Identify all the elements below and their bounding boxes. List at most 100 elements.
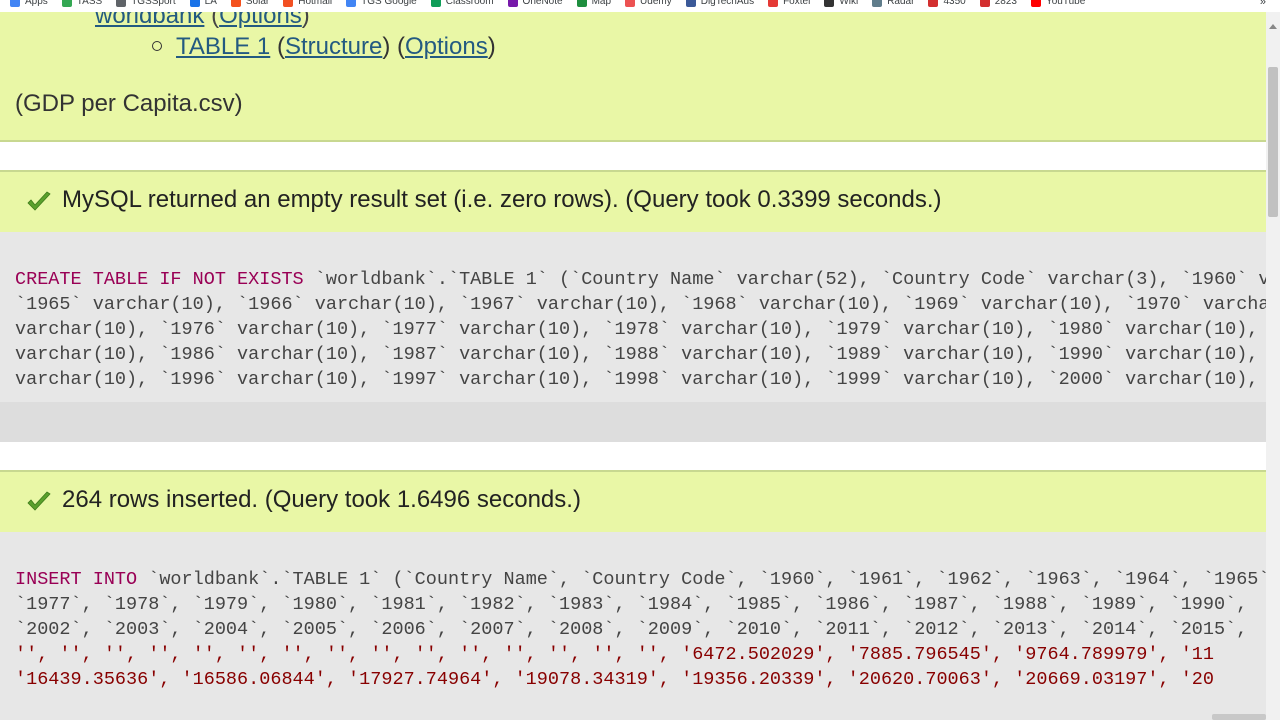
bookmark-favicon-icon xyxy=(928,0,939,7)
bookmark-item[interactable]: YouTube xyxy=(1030,0,1086,7)
paren-close: ) xyxy=(487,33,496,60)
bookmarks-list: Apps TASS TGSSport LA Solar Hotmail TGS Google… xyxy=(10,0,1099,7)
bookmark-item[interactable]: DigTechAus xyxy=(685,0,755,7)
sql-line: `1977`, `1978`, `1979`, `1980`, `1981`, … xyxy=(15,594,1248,615)
query-toolbar-band xyxy=(0,402,1266,442)
bookmark-label: 2823 xyxy=(994,0,1017,7)
sql-line: varchar(10), `1996` varchar(10), `1997` … xyxy=(15,369,1259,390)
list-bullet-icon xyxy=(152,41,162,51)
bookmark-label: DigTechAus xyxy=(700,0,755,7)
sql-line: `1965` varchar(10), `1966` varchar(10), … xyxy=(15,294,1266,315)
bookmark-label: Foxtel xyxy=(783,0,811,7)
bookmarks-bar: Apps TASS TGSSport LA Solar Hotmail TGS Google… xyxy=(0,0,1280,12)
check-icon xyxy=(27,491,51,511)
bookmark-item[interactable]: Foxtel xyxy=(768,0,810,7)
bookmark-favicon-icon xyxy=(10,0,20,7)
sql-text: `worldbank`.`TABLE 1` (`Country Name`, `… xyxy=(137,569,1266,590)
bookmark-favicon-icon xyxy=(1030,0,1041,7)
bookmark-label: TASS xyxy=(76,0,103,7)
sql-text: `worldbank`.`TABLE 1` (`Country Name` va… xyxy=(314,269,1266,290)
import-summary-panel: worldbank (Options) TABLE 1 (Structure) … xyxy=(0,12,1266,142)
success-message-insert: 264 rows inserted. (Query took 1.6496 se… xyxy=(0,470,1266,533)
sql-line: varchar(10), `1986` varchar(10), `1987` … xyxy=(15,344,1259,365)
sql-line: INSERT INTO `worldbank`.`TABLE 1` (`Coun… xyxy=(15,569,1266,590)
bookmark-label: TGS Google xyxy=(361,0,417,7)
bookmark-item[interactable]: Hotmail xyxy=(283,0,332,7)
success-message-create: MySQL returned an empty result set (i.e.… xyxy=(0,170,1266,233)
sql-line: '', '', '', '', '', '', '', '', '', '', … xyxy=(15,644,1214,665)
bookmark-favicon-icon xyxy=(61,0,72,7)
bookmark-favicon-icon xyxy=(116,0,127,7)
database-link[interactable]: worldbank xyxy=(95,12,204,29)
bookmark-label: Solar xyxy=(245,0,270,7)
sql-query-insert: INSERT INTO `worldbank`.`TABLE 1` (`Coun… xyxy=(0,532,1266,720)
bookmark-label: LA xyxy=(204,0,217,7)
bookmark-label: TGSSport xyxy=(131,0,176,7)
bookmark-label: YouTube xyxy=(1045,0,1086,7)
table-link[interactable]: TABLE 1 xyxy=(176,33,270,60)
bookmark-label: Apps xyxy=(25,0,48,7)
bookmark-label: Udemy xyxy=(640,0,672,7)
bookmark-item[interactable]: Classroom xyxy=(430,0,494,7)
bookmark-label: Radar xyxy=(887,0,915,7)
bookmark-favicon-icon xyxy=(625,0,636,7)
sql-keyword: INSERT INTO xyxy=(15,569,138,590)
paren-open: ( xyxy=(396,33,405,60)
paren-open: ( xyxy=(211,12,220,29)
bookmark-favicon-icon xyxy=(685,0,696,7)
create-message-text: MySQL returned an empty result set (i.e.… xyxy=(62,186,942,213)
scroll-up-arrow-icon[interactable] xyxy=(1269,24,1277,29)
structure-link[interactable]: Structure xyxy=(285,33,382,60)
table-options-link[interactable]: Options xyxy=(405,33,488,60)
bookmark-item[interactable]: LA xyxy=(189,0,217,7)
bookmark-favicon-icon xyxy=(576,0,587,7)
sql-line: `2002`, `2003`, `2004`, `2005`, `2006`, … xyxy=(15,619,1248,640)
bookmarks-overflow-button[interactable]: » xyxy=(1260,0,1266,8)
bookmark-item[interactable]: Solar xyxy=(230,0,270,7)
import-file-name: (GDP per Capita.csv) xyxy=(15,90,243,117)
sql-line: varchar(10), `1976` varchar(10), `1977` … xyxy=(15,319,1259,340)
paren-open: ( xyxy=(276,33,285,60)
bookmark-item[interactable]: OneNote xyxy=(507,0,563,7)
sql-query-create: CREATE TABLE IF NOT EXISTS `worldbank`.`… xyxy=(0,232,1266,402)
sql-line: '16439.35636', '16586.06844', '17927.749… xyxy=(15,669,1214,690)
bookmark-item[interactable]: TASS xyxy=(61,0,103,7)
bookmark-item[interactable]: Radar xyxy=(872,0,914,7)
scrollbar-thumb[interactable] xyxy=(1268,67,1278,217)
database-options-link[interactable]: Options xyxy=(219,12,302,29)
bookmark-item[interactable]: Map xyxy=(576,0,612,7)
check-icon xyxy=(27,191,51,211)
bookmark-favicon-icon xyxy=(507,0,518,7)
bookmark-favicon-icon xyxy=(189,0,200,7)
bookmark-favicon-icon xyxy=(430,0,441,7)
bookmark-favicon-icon xyxy=(346,0,357,7)
bookmark-label: 4350 xyxy=(943,0,966,7)
bookmark-label: OneNote xyxy=(522,0,563,7)
insert-message-text: 264 rows inserted. (Query took 1.6496 se… xyxy=(62,486,581,513)
bookmark-favicon-icon xyxy=(230,0,241,7)
sql-keyword: CREATE TABLE IF NOT EXISTS xyxy=(15,269,304,290)
paren-close: ) xyxy=(382,33,391,60)
bookmark-item[interactable]: 4350 xyxy=(928,0,966,7)
bookmark-favicon-icon xyxy=(872,0,883,7)
horizontal-scrollbar-thumb[interactable] xyxy=(1212,714,1266,720)
bookmark-favicon-icon xyxy=(283,0,294,7)
bookmark-item[interactable]: TGSSport xyxy=(116,0,176,7)
bookmark-item[interactable]: Udemy xyxy=(625,0,672,7)
bookmark-item[interactable]: Wiki xyxy=(824,0,858,7)
bookmark-item[interactable]: 2823 xyxy=(979,0,1017,7)
vertical-scrollbar[interactable] xyxy=(1266,12,1280,720)
sql-line: CREATE TABLE IF NOT EXISTS `worldbank`.`… xyxy=(15,269,1266,290)
database-breadcrumb: worldbank (Options) xyxy=(95,12,310,30)
page-content: worldbank (Options) TABLE 1 (Structure) … xyxy=(0,12,1266,720)
bookmark-item[interactable]: TGS Google xyxy=(346,0,417,7)
table-breadcrumb: TABLE 1 (Structure) (Options) xyxy=(152,33,496,61)
bookmark-label: Classroom xyxy=(445,0,494,7)
bookmark-label: Wiki xyxy=(839,0,859,7)
bookmark-favicon-icon xyxy=(768,0,779,7)
bookmark-label: Map xyxy=(591,0,612,7)
paren-close: ) xyxy=(301,12,310,29)
bookmark-item[interactable]: Apps xyxy=(10,0,48,7)
bookmark-label: Hotmail xyxy=(298,0,333,7)
bookmark-favicon-icon xyxy=(979,0,990,7)
